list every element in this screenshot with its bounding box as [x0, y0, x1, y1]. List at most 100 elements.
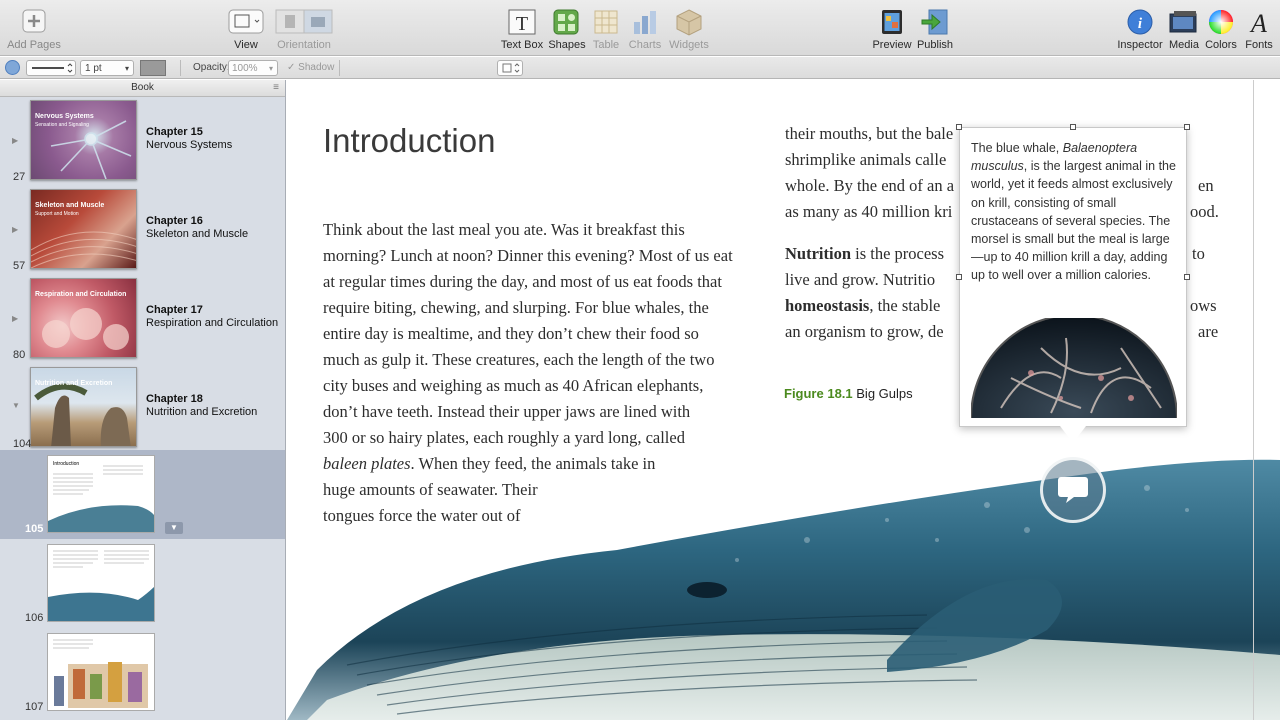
opacity-field[interactable]: 100% ▾: [228, 60, 278, 76]
colors-button[interactable]: Colors: [1204, 8, 1238, 51]
chevron-down-icon: ▾: [124, 64, 129, 73]
stroke-width-select[interactable]: 1 pt ▾: [80, 60, 134, 76]
figure-label: Figure 18.1: [784, 386, 853, 401]
text-box-button[interactable]: T Text Box: [500, 8, 544, 51]
thumb-title: Skeleton and Muscle Support and Motion: [35, 202, 105, 217]
resize-handle[interactable]: [1070, 124, 1076, 130]
add-pages-label: Add Pages: [7, 39, 61, 51]
orientation-button[interactable]: Orientation: [272, 8, 336, 51]
figure-title: Big Gulps: [856, 386, 913, 401]
charts-label: Charts: [628, 39, 662, 51]
preview-button[interactable]: Preview: [872, 8, 912, 51]
food-chart-thumbnail: [53, 639, 148, 708]
thumb-title: Respiration and Circulation: [35, 291, 127, 298]
text-line: at regular times during the day, and mos…: [323, 272, 722, 291]
menu-icon[interactable]: ≡: [273, 80, 279, 96]
toolbar: Add Pages View Orientation T Text Box Sh…: [0, 0, 1280, 56]
publish-button[interactable]: Publish: [914, 8, 956, 51]
inspector-button[interactable]: i Inspector: [1116, 8, 1164, 51]
disclosure-arrow-open-icon[interactable]: ▼: [12, 401, 20, 410]
inspector-label: Inspector: [1117, 39, 1163, 51]
sidebar-page-107[interactable]: 107: [0, 628, 285, 717]
sidebar-item-chapter-16[interactable]: ▶ Skeleton and Muscle Support and Motion …: [0, 189, 285, 278]
text-line: huge amounts of seawater. Their: [323, 480, 538, 499]
table-button[interactable]: Table: [590, 8, 622, 51]
text-line: much as gulp it. These creatures, each t…: [323, 350, 715, 369]
resize-handle[interactable]: [1184, 274, 1190, 280]
popover-trigger-button[interactable]: [1040, 457, 1106, 523]
chapter-title: Chapter 16: [146, 215, 203, 227]
page-title[interactable]: Introduction: [323, 122, 495, 160]
opacity-value: 100%: [232, 63, 258, 74]
table-icon: [594, 10, 618, 34]
view-button[interactable]: View: [222, 8, 270, 51]
sidebar-page-106[interactable]: 106: [0, 539, 285, 628]
publish-icon: [921, 9, 948, 35]
text-line: Nutrition is the process: [785, 244, 945, 263]
divider: [339, 60, 340, 76]
text-box-icon: T: [508, 9, 536, 35]
text-line: entire day is mealtime, and they don’t c…: [323, 324, 699, 343]
widgets-button[interactable]: Widgets: [668, 8, 710, 51]
page-number: 27: [13, 171, 26, 183]
text-line: Think about the last meal you ate. Was i…: [323, 220, 685, 239]
orientation-label: Orientation: [277, 39, 331, 51]
figure-caption[interactable]: Figure 18.1 Big Gulps: [784, 386, 913, 401]
page-options-icon[interactable]: ▼: [165, 522, 183, 534]
disclosure-arrow-icon[interactable]: ▶: [12, 314, 18, 323]
stroke-style-select[interactable]: [26, 60, 76, 76]
resize-handle[interactable]: [956, 124, 962, 130]
chapter-name: Respiration and Circulation: [146, 317, 279, 329]
text-line: their mouths, but the bale: [785, 124, 954, 143]
page-edge: [1253, 80, 1254, 720]
text-line: morning? Lunch at noon? Dinner this even…: [323, 246, 733, 265]
disclosure-arrow-icon[interactable]: ▶: [12, 225, 18, 234]
svg-text:A: A: [1249, 9, 1267, 36]
orientation-icon: [275, 9, 333, 34]
sidebar-item-chapter-15[interactable]: ▶ Nervous Systems Sensation and Signaling…: [0, 100, 285, 189]
page-number: 57: [13, 260, 26, 272]
svg-text:T: T: [516, 13, 528, 35]
sidebar-item-chapter-18[interactable]: ▼ Nutrition and Excretion Chapter 18 Nut…: [0, 367, 285, 456]
disclosure-arrow-icon[interactable]: ▶: [12, 136, 18, 145]
text-line: don’t have teeth. Instead their upper ja…: [323, 402, 691, 421]
shapes-label: Shapes: [548, 39, 586, 51]
popover-widget[interactable]: The blue whale, Balaenoptera musculus, i…: [956, 124, 1190, 427]
sidebar-title: Book: [131, 82, 154, 93]
shapes-button[interactable]: Shapes: [546, 8, 588, 51]
resize-handle[interactable]: [1184, 124, 1190, 130]
page-number: 104: [13, 438, 32, 450]
chapter-name: Nervous Systems: [146, 139, 233, 151]
shadow-checkbox[interactable]: ✓ Shadow: [287, 60, 334, 76]
resize-handle[interactable]: [956, 274, 962, 280]
stroke-width-value: 1 pt: [85, 63, 102, 74]
page-thumbnail: [47, 544, 155, 622]
page-number: 105: [25, 523, 44, 535]
wrap-icon: [502, 63, 520, 73]
shadow-label: Shadow: [298, 62, 335, 73]
style-icon[interactable]: [5, 60, 20, 75]
sidebar-page-105[interactable]: Introduction 105 ▼: [0, 450, 285, 539]
charts-button[interactable]: Charts: [626, 8, 664, 51]
krill-image[interactable]: [971, 318, 1177, 422]
chapter-title: Chapter 18: [146, 393, 203, 405]
format-bar: 1 pt ▾ Opacity: 100% ▾ ✓ Shadow: [0, 57, 1280, 79]
preview-icon: [882, 10, 902, 34]
media-label: Media: [1169, 39, 1199, 51]
text-line: as many as 40 million kri: [785, 202, 953, 221]
text-line: shrimplike animals calle: [785, 150, 947, 169]
whale-image[interactable]: [287, 400, 1280, 720]
add-pages-button[interactable]: Add Pages: [6, 8, 62, 51]
color-wheel-icon: [1209, 10, 1233, 34]
sidebar-item-chapter-17[interactable]: ▶ Respiration and Circulation Chapter 17…: [0, 278, 285, 367]
sidebar: Book ≡ ▶ Nervous Systems Sensation and Si…: [0, 80, 286, 720]
stroke-color-well[interactable]: [140, 60, 166, 76]
popover-text[interactable]: The blue whale, Balaenoptera musculus, i…: [971, 139, 1181, 285]
popover-tail: [1060, 426, 1086, 443]
whale-tail-thumbnail: [48, 550, 154, 621]
media-button[interactable]: Media: [1166, 8, 1202, 51]
wrap-select[interactable]: [497, 60, 523, 76]
shapes-icon: [553, 9, 579, 35]
fonts-button[interactable]: A Fonts: [1242, 8, 1276, 51]
add-pages-icon: [22, 9, 46, 33]
